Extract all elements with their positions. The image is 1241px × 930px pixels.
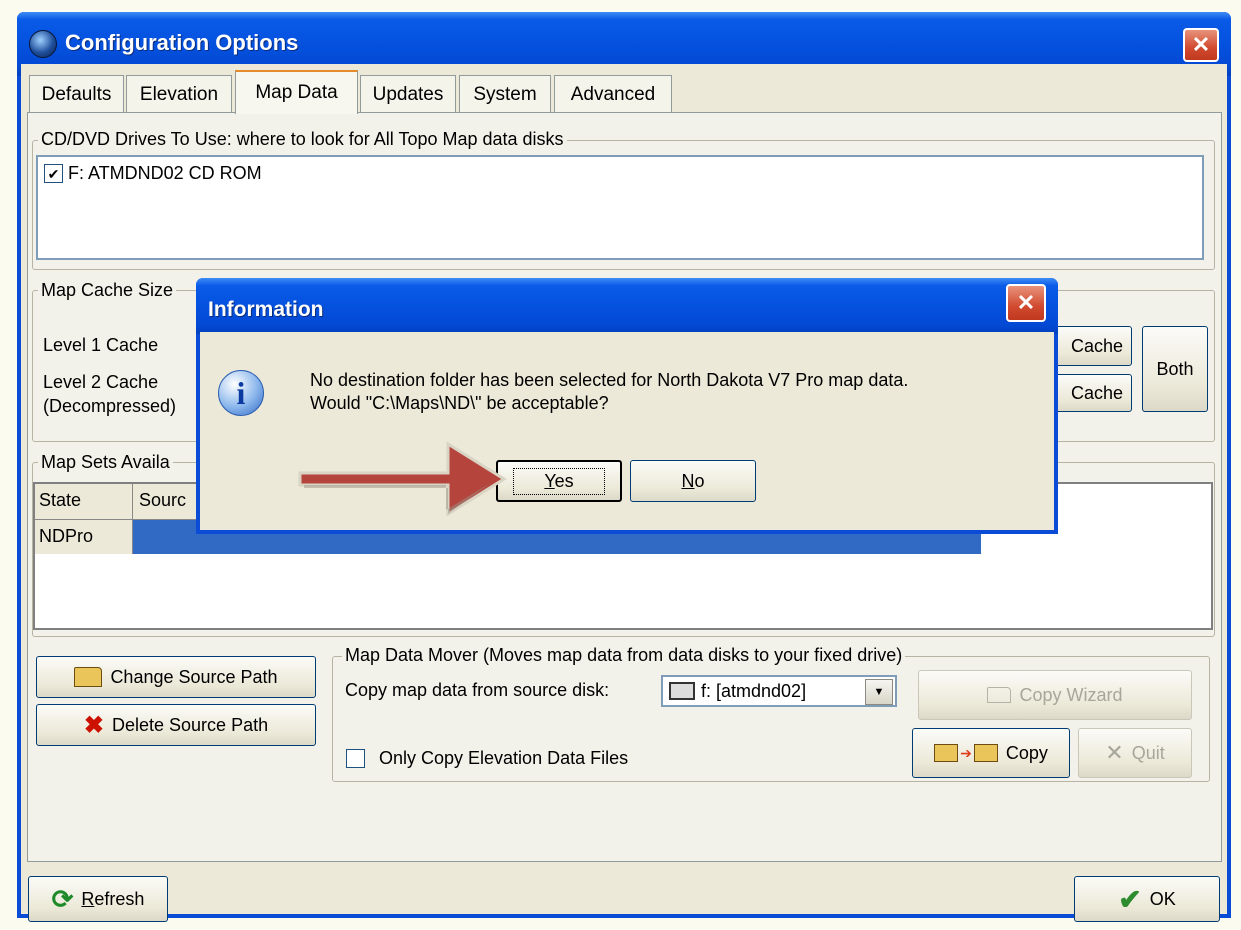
dialog-close-button[interactable]: ✕: [1006, 284, 1046, 322]
elevation-only-label: Only Copy Elevation Data Files: [379, 748, 629, 768]
tab-updates[interactable]: Updates: [360, 75, 456, 113]
app-globe-icon: [29, 30, 57, 58]
ok-button[interactable]: ✔ OK: [1074, 876, 1220, 922]
open-folder-icon-disabled: [987, 687, 1012, 703]
column-header-state[interactable]: State: [35, 484, 133, 520]
quit-x-icon: ✕: [1105, 740, 1124, 765]
red-pointer-arrow: [298, 441, 507, 517]
drive-checkbox[interactable]: ✔: [44, 164, 63, 183]
source-disk-select[interactable]: f: [atmdnd02] ▼: [661, 675, 897, 707]
drives-group-legend: CD/DVD Drives To Use: where to look for …: [38, 129, 567, 150]
tab-defaults[interactable]: Defaults: [29, 75, 124, 113]
chevron-down-icon: ▼: [873, 686, 885, 698]
copy-folders-icon: ➔: [934, 744, 998, 762]
dialog-title-bar[interactable]: Information ✕: [196, 278, 1058, 334]
elevation-only-option[interactable]: Only Copy Elevation Data Files: [346, 748, 628, 769]
dialog-title: Information: [208, 298, 324, 321]
window-close-button[interactable]: ✕: [1183, 28, 1219, 62]
state-cell: NDPro: [35, 520, 133, 554]
drive-label: F: ATMDND02 CD ROM: [68, 163, 262, 183]
information-icon: i: [218, 370, 264, 416]
drive-list-item[interactable]: ✔ F: ATMDND02 CD ROM: [44, 163, 262, 184]
tab-map-data[interactable]: Map Data: [235, 70, 358, 114]
delete-x-icon: ✖: [83, 711, 104, 739]
clear-both-cache-button[interactable]: Both: [1142, 326, 1208, 412]
quit-button[interactable]: ✕ Quit: [1078, 728, 1192, 778]
refresh-label: Refresh: [81, 888, 145, 909]
tab-advanced[interactable]: Advanced: [554, 75, 672, 113]
close-icon: ✕: [1191, 32, 1211, 57]
yes-label: Yes: [513, 467, 605, 495]
elevation-only-checkbox[interactable]: [346, 749, 365, 768]
refresh-button[interactable]: ⟳ Refresh: [28, 876, 168, 922]
level1-cache-label: Level 1 Cache: [43, 335, 159, 355]
copy-wizard-button[interactable]: Copy Wizard: [918, 670, 1192, 720]
clear-level2-cache-button[interactable]: Cache: [1050, 374, 1132, 412]
map-data-mover-legend: Map Data Mover (Moves map data from data…: [342, 645, 906, 666]
no-label: No: [681, 470, 705, 491]
clear-level1-cache-button[interactable]: Cache: [1050, 326, 1132, 366]
window-title: Configuration Options: [65, 30, 299, 55]
delete-source-path-button[interactable]: ✖ Delete Source Path: [36, 704, 316, 746]
mapsets-group-legend: Map Sets Availa: [38, 452, 173, 473]
yes-button[interactable]: Yes: [496, 460, 622, 502]
checkmark-icon: ✔: [1118, 883, 1142, 915]
open-folder-icon: [74, 667, 103, 687]
checkmark-icon: ✔: [47, 165, 60, 182]
dialog-message-line2: Would "C:\Maps\ND\" be acceptable?: [310, 393, 609, 413]
drives-list[interactable]: ✔ F: ATMDND02 CD ROM: [36, 155, 1204, 260]
close-icon: ✕: [1016, 290, 1036, 315]
copy-from-label: Copy map data from source disk:: [345, 680, 610, 700]
refresh-icon: ⟳: [51, 883, 74, 914]
tab-elevation[interactable]: Elevation: [126, 75, 232, 113]
cache-group-legend: Map Cache Size: [38, 280, 177, 301]
tab-system[interactable]: System: [459, 75, 551, 113]
dialog-message-line1: No destination folder has been selected …: [310, 370, 909, 390]
change-source-path-button[interactable]: Change Source Path: [36, 656, 316, 698]
level2-cache-label: Level 2 Cache: [43, 372, 159, 392]
cd-drive-icon: [669, 682, 695, 700]
no-button[interactable]: No: [630, 460, 756, 502]
copy-button[interactable]: ➔ Copy: [912, 728, 1070, 778]
dropdown-button[interactable]: ▼: [865, 679, 893, 705]
level2-cache-sublabel: (Decompressed): [43, 396, 177, 416]
source-disk-value: f: [atmdnd02]: [701, 680, 807, 701]
